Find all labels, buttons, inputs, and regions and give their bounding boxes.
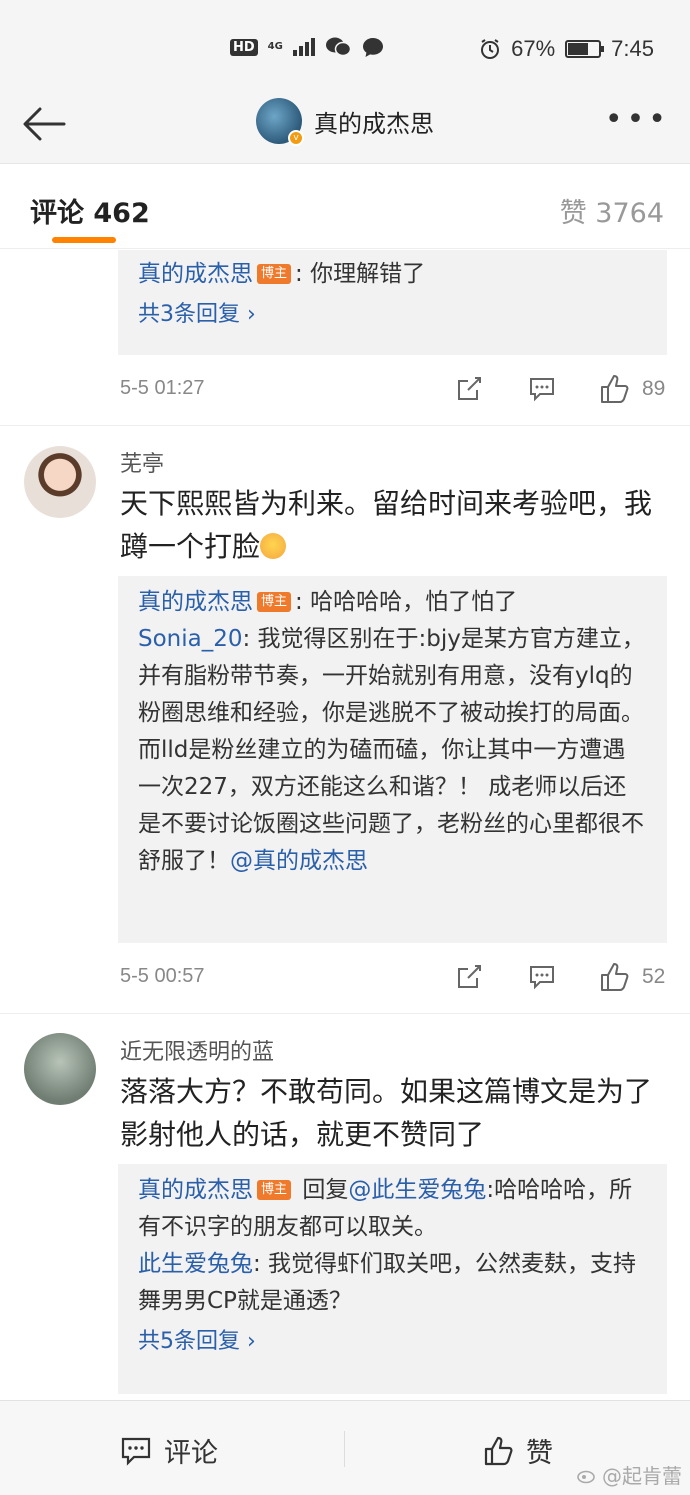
- clock: 7:45: [611, 36, 654, 61]
- reply-text: : 我觉得区别在于:bjy是某方官方建立，并有脂粉带节奏，一开始就别有用意，没有…: [138, 626, 645, 874]
- status-right: 67% 7:45: [479, 36, 654, 62]
- like-count: 89: [642, 377, 666, 400]
- comment-list: 真的成杰思 博主: 你理解错了 共3条回复 › 5-5 01:27 89 芜亭 天…: [0, 250, 690, 1400]
- page-title: 真的成杰思: [314, 109, 434, 138]
- reply-text: : 哈哈哈哈，怕了怕了: [295, 589, 518, 615]
- share-icon[interactable]: [455, 963, 483, 991]
- battery-icon: [565, 40, 605, 58]
- mention-link[interactable]: @真的成杰思: [230, 848, 368, 874]
- more-options-icon[interactable]: •••: [605, 105, 670, 135]
- comment-button-label: 评论: [164, 1438, 218, 1469]
- author-badge: 博主: [257, 264, 292, 284]
- like-button[interactable]: 赞: [482, 1431, 553, 1470]
- network-type: 4G: [267, 41, 283, 52]
- message-icon: [362, 38, 383, 57]
- verified-badge-icon: v: [288, 130, 304, 146]
- signal-icon: [292, 38, 315, 56]
- comment-button[interactable]: 评论: [120, 1431, 218, 1470]
- reply-prefix: 回复: [295, 1177, 349, 1203]
- weibo-logo-icon: [577, 1470, 595, 1483]
- reply-icon[interactable]: [528, 963, 556, 991]
- status-bar: HD 4G 67% 7:45: [0, 0, 690, 100]
- comment-icon: [121, 1437, 151, 1466]
- like-count: 52: [642, 965, 666, 988]
- status-left: HD 4G: [230, 36, 385, 58]
- watermark: @起肯蕾: [576, 1460, 682, 1489]
- reply-author[interactable]: Sonia_20: [138, 626, 243, 652]
- mention-link[interactable]: @此生爱兔兔: [348, 1177, 486, 1203]
- reply-box[interactable]: 真的成杰思 博主: 哈哈哈哈，怕了怕了 Sonia_20: 我觉得区别在于:bjy…: [118, 576, 667, 943]
- like-icon[interactable]: [598, 961, 630, 993]
- tab-likes[interactable]: 赞 3764: [560, 191, 664, 230]
- author-badge: 博主: [257, 592, 292, 612]
- tab-active-indicator: [52, 237, 116, 243]
- comment-author[interactable]: 芜亭: [120, 446, 164, 478]
- back-arrow-icon[interactable]: [18, 98, 70, 150]
- comment-time: 5-5 01:27: [120, 377, 205, 399]
- comment-actions: 5-5 01:27 89: [120, 375, 670, 407]
- nav-bar: v 真的成杰思 •••: [0, 88, 690, 164]
- comment-text: 天下熙熙皆为利来。留给时间来考验吧，我蹲一个打脸: [120, 482, 672, 568]
- divider: [0, 425, 690, 426]
- tab-comments[interactable]: 评论 462: [30, 191, 150, 230]
- reply-box[interactable]: 真的成杰思 博主 回复@此生爱兔兔:哈哈哈哈，所有不识字的朋友都可以取关。 此生爱…: [118, 1164, 667, 1394]
- share-icon[interactable]: [455, 375, 483, 403]
- battery-fill: [568, 43, 589, 55]
- reply-item: 真的成杰思 博主: 你理解错了: [138, 256, 647, 293]
- reply-icon[interactable]: [528, 375, 556, 403]
- reply-item: 真的成杰思 博主: 哈哈哈哈，怕了怕了: [138, 584, 647, 621]
- avatar[interactable]: v: [256, 98, 304, 146]
- more-replies-link[interactable]: 共5条回复 ›: [138, 1320, 647, 1364]
- reply-author[interactable]: 真的成杰思: [138, 261, 253, 287]
- nav-user[interactable]: v 真的成杰思: [256, 98, 434, 146]
- bottom-action-bar: 评论 赞 @起肯蕾: [0, 1400, 690, 1495]
- hd-icon: HD: [230, 38, 258, 56]
- reply-item: 此生爱兔兔: 我觉得虾们取关吧，公然麦麸，支持舞男男CP就是通透？: [138, 1246, 647, 1320]
- reply-text: : 你理解错了: [295, 261, 426, 287]
- reply-author[interactable]: 真的成杰思: [138, 1177, 253, 1203]
- more-replies-link[interactable]: 共3条回复 ›: [138, 293, 647, 337]
- reply-author[interactable]: 真的成杰思: [138, 589, 253, 615]
- watermark-text: @起肯蕾: [602, 1464, 682, 1488]
- like-icon[interactable]: [598, 373, 630, 405]
- wechat-icon: [325, 37, 351, 57]
- reply-author[interactable]: 此生爱兔兔: [138, 1251, 253, 1277]
- like-icon: [484, 1436, 513, 1465]
- battery-percent: 67%: [511, 36, 556, 61]
- divider: [344, 1431, 345, 1467]
- divider: [0, 1013, 690, 1014]
- comment-author[interactable]: 近无限透明的蓝: [120, 1034, 274, 1066]
- author-badge: 博主: [257, 1180, 292, 1200]
- comment-text: 落落大方？不敢苟同。如果这篇博文是为了影射他人的话，就更不赞同了: [120, 1075, 653, 1151]
- like-button-label: 赞: [526, 1438, 553, 1469]
- avatar[interactable]: [24, 1033, 96, 1105]
- tab-bar: 评论 462 赞 3764: [0, 165, 690, 249]
- avatar[interactable]: [24, 446, 96, 518]
- comment-text-body: 天下熙熙皆为利来。留给时间来考验吧，我蹲一个打脸: [120, 487, 653, 563]
- reply-box[interactable]: 真的成杰思 博主: 你理解错了 共3条回复 ›: [118, 250, 667, 355]
- comment-actions: 5-5 00:57 52: [120, 963, 670, 995]
- reply-item: 真的成杰思 博主 回复@此生爱兔兔:哈哈哈哈，所有不识字的朋友都可以取关。: [138, 1172, 647, 1246]
- reply-item: Sonia_20: 我觉得区别在于:bjy是某方官方建立，并有脂粉带节奏，一开始…: [138, 621, 647, 880]
- alarm-icon: [481, 39, 500, 59]
- comment-time: 5-5 00:57: [120, 965, 205, 987]
- drooling-face-emoji-icon: [260, 533, 287, 559]
